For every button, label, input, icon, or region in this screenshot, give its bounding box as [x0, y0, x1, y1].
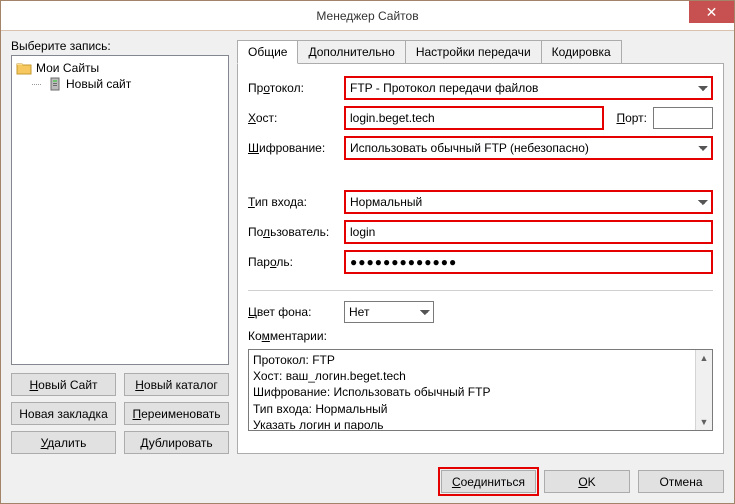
host-input[interactable]	[346, 108, 602, 128]
connect-button[interactable]: Соединиться	[441, 470, 536, 493]
tab-transfer[interactable]: Настройки передачи	[405, 40, 542, 63]
pass-highlight	[344, 250, 713, 274]
comments-line: Указать логин и пароль	[253, 417, 708, 431]
tree-root[interactable]: Мои Сайты	[14, 60, 226, 76]
ok-button[interactable]: OK	[544, 470, 630, 493]
row-protocol: Протокол: FTP - Протокол передачи файлов	[248, 76, 713, 100]
window-body: Выберите запись: Мои Сайты Новый сайт Но…	[1, 31, 734, 460]
tree-child-label: Новый сайт	[66, 77, 131, 91]
encryption-label: Шифрование:	[248, 141, 338, 155]
site-manager-window: Менеджер Сайтов ✕ Выберите запись: Мои С…	[0, 0, 735, 504]
row-bgcolor: Цвет фона: Нет	[248, 301, 713, 323]
right-pane: Общие Дополнительно Настройки передачи К…	[237, 39, 724, 454]
chevron-up-icon: ▲	[700, 352, 709, 364]
tab-charset[interactable]: Кодировка	[541, 40, 622, 63]
row-encryption: Шифрование: Использовать обычный FTP (не…	[248, 136, 713, 160]
duplicate-button[interactable]: Дублировать	[124, 431, 229, 454]
tab-general[interactable]: Общие	[237, 40, 298, 64]
comments-line: Хост: ваш_логин.beget.tech	[253, 368, 708, 384]
bgcolor-label: Цвет фона:	[248, 305, 338, 319]
separator	[248, 290, 713, 291]
bgcolor-select[interactable]: Нет	[344, 301, 434, 323]
folder-icon	[16, 61, 32, 75]
protocol-label: Протокол:	[248, 81, 338, 95]
protocol-highlight: FTP - Протокол передачи файлов	[344, 76, 713, 100]
close-button[interactable]: ✕	[689, 1, 734, 23]
site-tree[interactable]: Мои Сайты Новый сайт	[11, 55, 229, 365]
window-title: Менеджер Сайтов	[316, 9, 418, 23]
row-host: Хост: Порт:	[248, 106, 713, 130]
spacer	[248, 166, 713, 184]
tabs: Общие Дополнительно Настройки передачи К…	[237, 40, 724, 64]
host-highlight	[344, 106, 604, 130]
user-input[interactable]	[346, 222, 711, 242]
logon-select[interactable]: Нормальный	[346, 192, 711, 212]
encryption-highlight: Использовать обычный FTP (небезопасно)	[344, 136, 713, 160]
new-folder-button[interactable]: Новый каталог	[124, 373, 229, 396]
titlebar: Менеджер Сайтов ✕	[1, 1, 734, 31]
tab-panel-general: Протокол: FTP - Протокол передачи файлов…	[237, 63, 724, 454]
new-bookmark-button[interactable]: Новая закладка	[11, 402, 116, 425]
row-user: Пользователь:	[248, 220, 713, 244]
comments-label: Комментарии:	[248, 329, 713, 343]
user-highlight	[344, 220, 713, 244]
encryption-select[interactable]: Использовать обычный FTP (небезопасно)	[346, 138, 711, 158]
user-label: Пользователь:	[248, 225, 338, 239]
pass-input[interactable]	[346, 252, 711, 272]
host-label: Хост:	[248, 111, 338, 125]
left-buttons: Новый Сайт Новый каталог Новая закладка …	[11, 373, 229, 454]
pass-label: Пароль:	[248, 255, 338, 269]
scrollbar[interactable]: ▲ ▼	[695, 350, 712, 430]
footer: Соединиться OK Отмена	[1, 460, 734, 503]
logon-label: Тип входа:	[248, 195, 338, 209]
logon-highlight: Нормальный	[344, 190, 713, 214]
tab-advanced[interactable]: Дополнительно	[297, 40, 405, 63]
port-label: Порт:	[616, 111, 647, 125]
left-pane: Выберите запись: Мои Сайты Новый сайт Но…	[11, 39, 229, 454]
cancel-button[interactable]: Отмена	[638, 470, 724, 493]
comments-textarea[interactable]: Протокол: FTP Хост: ваш_логин.beget.tech…	[248, 349, 713, 431]
chevron-down-icon: ▼	[700, 416, 709, 428]
row-logon: Тип входа: Нормальный	[248, 190, 713, 214]
select-entry-label: Выберите запись:	[11, 39, 229, 53]
new-site-button[interactable]: Новый Сайт	[11, 373, 116, 396]
tree-root-label: Мои Сайты	[36, 61, 99, 75]
comments-line: Протокол: FTP	[253, 352, 708, 368]
protocol-select[interactable]: FTP - Протокол передачи файлов	[346, 78, 711, 98]
comments-line: Шифрование: Использовать обычный FTP	[253, 384, 708, 400]
comments-line: Тип входа: Нормальный	[253, 401, 708, 417]
port-input[interactable]	[653, 107, 713, 129]
close-icon: ✕	[706, 5, 718, 19]
row-pass: Пароль:	[248, 250, 713, 274]
server-icon	[48, 77, 62, 91]
rename-button[interactable]: Переименовать	[124, 402, 229, 425]
delete-button[interactable]: Удалить	[11, 431, 116, 454]
tree-child[interactable]: Новый сайт	[14, 76, 226, 92]
